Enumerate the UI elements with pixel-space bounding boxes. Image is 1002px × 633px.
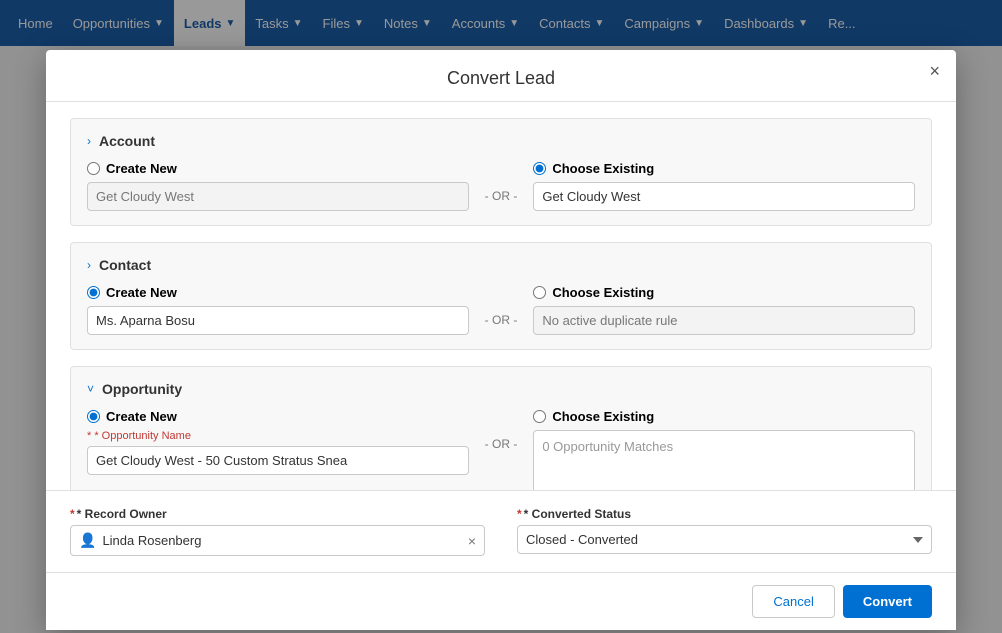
modal-body: › Account Create New - OR - <box>46 102 956 490</box>
contact-section-title: Contact <box>99 257 189 273</box>
contact-create-new-radio[interactable] <box>87 286 100 299</box>
contact-section-header: › Contact <box>87 257 915 273</box>
account-or-divider: - OR - <box>469 161 534 203</box>
opportunity-choose-existing-label: Choose Existing <box>533 409 915 424</box>
contact-choose-existing-radio[interactable] <box>533 286 546 299</box>
convert-button[interactable]: Convert <box>843 585 932 618</box>
contact-section: › Contact Create New - OR - <box>70 242 932 350</box>
account-section-header: › Account <box>87 133 915 149</box>
contact-create-new-group: Create New <box>87 285 469 335</box>
owner-clear-button[interactable]: × <box>468 533 476 549</box>
opportunity-choose-existing-radio[interactable] <box>533 410 546 423</box>
opportunity-matches-text: 0 Opportunity Matches <box>542 439 673 454</box>
account-create-new-label: Create New <box>87 161 469 176</box>
user-icon: 👤 <box>79 532 96 549</box>
account-choose-existing-group: Choose Existing <box>533 161 915 211</box>
record-owner-field: ** Record Owner 👤 Linda Rosenberg × <box>70 507 485 556</box>
opportunity-create-new-label: Create New <box>87 409 469 424</box>
contact-choose-existing-group: Choose Existing <box>533 285 915 335</box>
contact-or-divider: - OR - <box>469 285 534 327</box>
account-choose-existing-input[interactable] <box>533 182 915 211</box>
converted-status-field: ** Converted Status Closed - Converted O… <box>517 507 932 556</box>
contact-toggle-icon[interactable]: › <box>87 258 91 272</box>
account-choose-existing-radio[interactable] <box>533 162 546 175</box>
modal-footer: Cancel Convert <box>46 572 956 630</box>
record-owner-input[interactable]: 👤 Linda Rosenberg × <box>70 525 485 556</box>
account-choose-existing-label: Choose Existing <box>533 161 915 176</box>
modal-header: Convert Lead × <box>46 50 956 102</box>
opportunity-create-new-group: Create New * * Opportunity Name Don't cr… <box>87 409 469 490</box>
opportunity-toggle-icon[interactable]: ˅ <box>87 382 94 396</box>
account-section: › Account Create New - OR - <box>70 118 932 226</box>
modal-title: Convert Lead <box>447 68 555 88</box>
converted-status-select[interactable]: Closed - Converted Open Working <box>517 525 932 554</box>
converted-status-label: ** Converted Status <box>517 507 932 521</box>
contact-choose-existing-input[interactable] <box>533 306 915 335</box>
contact-create-new-label: Create New <box>87 285 469 300</box>
opportunity-section-header: ˅ Opportunity <box>87 381 915 397</box>
opportunity-options-row: Create New * * Opportunity Name Don't cr… <box>87 409 915 490</box>
opportunity-section: ˅ Opportunity Create New * * Opportunity… <box>70 366 932 490</box>
opportunity-choose-existing-group: Choose Existing 0 Opportunity Matches <box>533 409 915 490</box>
account-create-new-group: Create New <box>87 161 469 211</box>
modal-overlay: Convert Lead × › Account Create New <box>0 0 1002 633</box>
contact-choose-existing-label: Choose Existing <box>533 285 915 300</box>
cancel-button[interactable]: Cancel <box>752 585 834 618</box>
contact-create-new-input[interactable] <box>87 306 469 335</box>
opportunity-or-divider: - OR - <box>469 409 534 451</box>
account-section-title: Account <box>99 133 189 149</box>
account-toggle-icon[interactable]: › <box>87 134 91 148</box>
opportunity-section-title: Opportunity <box>102 381 192 397</box>
contact-options-row: Create New - OR - Choose Existing <box>87 285 915 335</box>
opportunity-name-input[interactable] <box>87 446 469 475</box>
opportunity-name-label: * * Opportunity Name <box>87 430 469 442</box>
record-owner-label: ** Record Owner <box>70 507 485 521</box>
record-owner-value: Linda Rosenberg <box>102 533 461 548</box>
account-create-new-radio[interactable] <box>87 162 100 175</box>
opportunity-create-new-radio[interactable] <box>87 410 100 423</box>
opportunity-matches-box: 0 Opportunity Matches <box>533 430 915 490</box>
account-options-row: Create New - OR - Choose Existing <box>87 161 915 211</box>
convert-lead-modal: Convert Lead × › Account Create New <box>46 50 956 630</box>
account-create-new-input[interactable] <box>87 182 469 211</box>
modal-close-button[interactable]: × <box>929 62 940 80</box>
bottom-section: ** Record Owner 👤 Linda Rosenberg × ** C… <box>46 490 956 572</box>
